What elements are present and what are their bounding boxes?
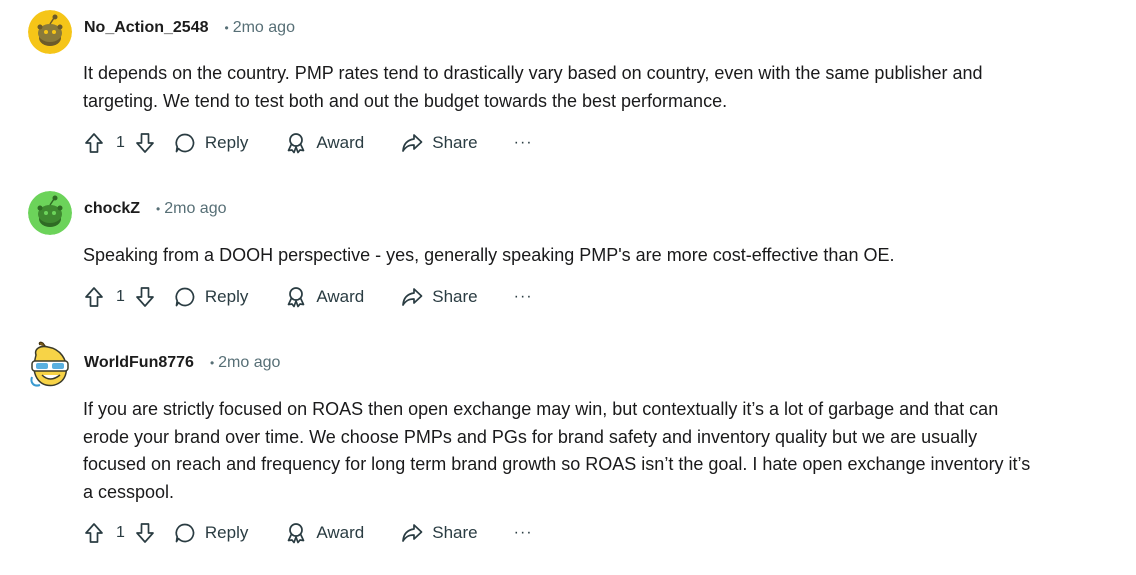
comment-body: Speaking from a DOOH perspective - yes, … — [83, 242, 1033, 270]
comment-body: If you are strictly focused on ROAS then… — [83, 396, 1033, 506]
username[interactable]: No_Action_2548 — [84, 19, 209, 37]
timestamp[interactable]: 2mo ago — [233, 19, 295, 37]
user-avatar[interactable] — [28, 191, 72, 235]
award-label: Award — [316, 133, 365, 152]
comment-bubble-icon — [173, 521, 197, 545]
separator-dot: • — [209, 356, 215, 370]
share-arrow-icon — [400, 131, 424, 155]
vote-group: 1 — [82, 285, 157, 309]
award-button[interactable]: Award — [284, 521, 364, 545]
share-arrow-icon — [400, 285, 424, 309]
award-icon — [284, 285, 308, 309]
share-label: Share — [432, 287, 478, 306]
separator-dot: • — [224, 21, 229, 35]
snoo-avatar-icon — [28, 10, 72, 54]
timestamp[interactable]: 2mo ago — [218, 354, 280, 372]
more-options-icon: ··· — [513, 288, 533, 305]
share-arrow-icon — [400, 521, 424, 545]
comment-bubble-icon — [173, 285, 197, 309]
downvote-icon[interactable] — [133, 521, 157, 545]
downvote-icon[interactable] — [133, 131, 157, 155]
separator-dot: • — [156, 202, 161, 216]
vote-count: 1 — [116, 524, 125, 541]
more-options-icon: ··· — [513, 524, 533, 541]
vote-group: 1 — [82, 521, 157, 545]
award-button[interactable]: Award — [284, 285, 364, 309]
user-avatar[interactable] — [28, 10, 72, 54]
reply-button[interactable]: Reply — [173, 131, 248, 155]
more-options-button[interactable]: ··· — [514, 524, 533, 542]
reply-label: Reply — [204, 523, 249, 542]
comment-meta: chockZ • 2mo ago — [84, 200, 226, 218]
comment-meta: WorldFun8776 • 2mo ago — [84, 354, 280, 372]
vote-count: 1 — [116, 134, 125, 151]
snoo-avatar-icon — [28, 191, 72, 235]
upvote-icon[interactable] — [82, 285, 106, 309]
comment-text: If you are strictly focused on ROAS then… — [83, 399, 1031, 502]
share-label: Share — [432, 133, 478, 152]
share-button[interactable]: Share — [400, 285, 478, 309]
username[interactable]: WorldFun8776 — [84, 354, 194, 372]
award-label: Award — [316, 287, 365, 306]
user-avatar[interactable] — [28, 341, 72, 387]
award-label: Award — [316, 523, 365, 542]
vote-count: 1 — [116, 288, 125, 305]
more-options-icon: ··· — [513, 134, 533, 151]
upvote-icon[interactable] — [82, 131, 106, 155]
reply-button[interactable]: Reply — [173, 285, 248, 309]
comment-bubble-icon — [173, 131, 197, 155]
comment-meta: No_Action_2548 • 2mo ago — [84, 19, 295, 37]
comment-body: It depends on the country. PMP rates ten… — [83, 60, 1033, 115]
comment-actions: 1 Reply Award Share ··· — [82, 283, 533, 311]
award-icon — [284, 131, 308, 155]
more-options-button[interactable]: ··· — [514, 288, 533, 306]
timestamp[interactable]: 2mo ago — [164, 200, 226, 218]
vote-group: 1 — [82, 131, 157, 155]
downvote-icon[interactable] — [133, 285, 157, 309]
comment-actions: 1 Reply Award Share ··· — [82, 129, 533, 157]
reply-label: Reply — [204, 133, 249, 152]
more-options-button[interactable]: ··· — [514, 134, 533, 152]
comment-text: It depends on the country. PMP rates ten… — [83, 63, 983, 111]
award-button[interactable]: Award — [284, 131, 364, 155]
comment-actions: 1 Reply Award Share ··· — [82, 519, 533, 547]
share-button[interactable]: Share — [400, 521, 478, 545]
upvote-icon[interactable] — [82, 521, 106, 545]
share-label: Share — [432, 523, 478, 542]
reply-label: Reply — [204, 287, 249, 306]
banana-avatar-icon — [30, 341, 69, 387]
comment-text: Speaking from a DOOH perspective - yes, … — [83, 245, 895, 265]
award-icon — [284, 521, 308, 545]
reply-button[interactable]: Reply — [173, 521, 248, 545]
username[interactable]: chockZ — [84, 200, 140, 218]
share-button[interactable]: Share — [400, 131, 478, 155]
